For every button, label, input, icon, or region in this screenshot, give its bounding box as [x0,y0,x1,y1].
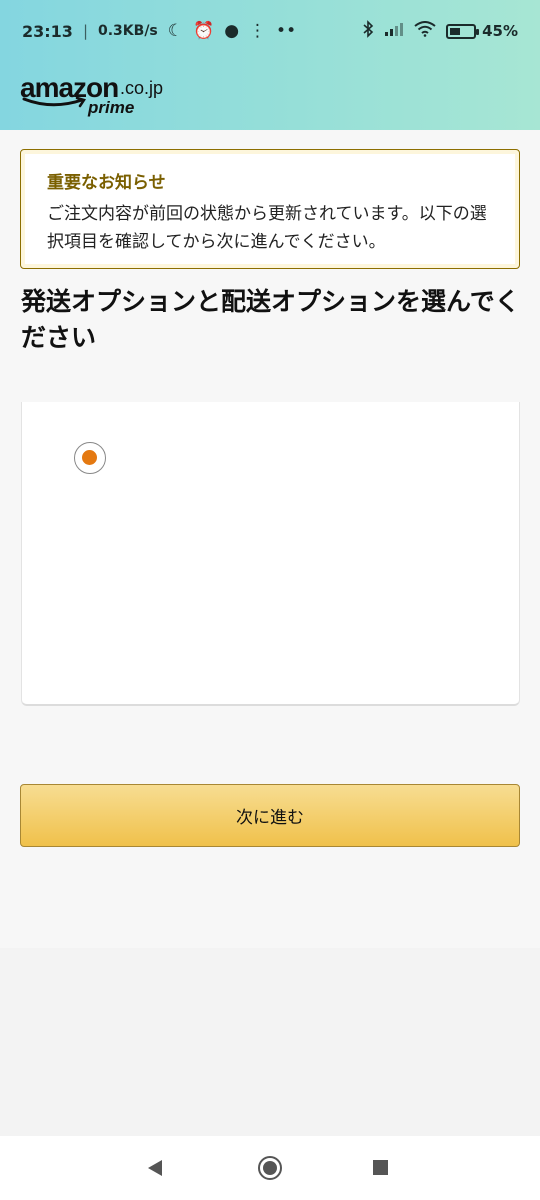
status-bar-right: 45% [362,20,518,42]
next-button[interactable]: 次に進む [20,784,520,847]
moon-icon: ☾ [167,20,184,41]
logo-domain: .co.jp [120,78,164,98]
more-dots-icon: •• [276,20,297,41]
status-bar: 23:13 | 0.3KB/s ☾ ⏰ ● ⋮ •• 45% [0,0,540,62]
system-nav-bar [0,1136,540,1200]
status-bar-left: 23:13 | 0.3KB/s ☾ ⏰ ● ⋮ •• [22,22,296,41]
bluetooth-icon [362,20,374,42]
important-notice-alert: 重要なお知らせ ご注文内容が前回の状態から更新されています。以下の選択項目を確認… [20,149,520,269]
recent-apps-icon[interactable] [373,1160,388,1175]
main-content: 重要なお知らせ ご注文内容が前回の状態から更新されています。以下の選択項目を確認… [0,130,540,948]
shipping-option-card [21,402,520,706]
alert-title: 重要なお知らせ [47,173,166,193]
smile-arrow-icon [22,96,86,108]
footsteps-icon: ⋮ [249,20,267,41]
drop-icon: ● [224,20,240,41]
signal-icon [384,21,404,41]
battery-indicator: 45% [446,22,518,40]
back-icon[interactable] [148,1160,162,1176]
battery-icon [446,23,480,39]
logo-prime: prime [88,98,135,117]
status-separator: | [82,22,88,40]
amazon-prime-logo[interactable]: amazon .co.jp prime [20,72,180,122]
home-icon[interactable] [258,1156,282,1180]
clock: 23:13 [22,21,73,41]
radio-selected-dot [82,450,97,465]
alert-message: ご注文内容が前回の状態から更新されています。以下の選択項目を確認してから次に進ん… [47,204,487,252]
page-title: 発送オプションと配送オプションを選んでください [21,287,520,352]
network-speed: 0.3KB/s [98,23,158,39]
battery-level-fill [450,27,460,35]
shipping-option-radio[interactable] [74,442,106,474]
alarm-icon: ⏰ [193,20,215,41]
app-header: amazon .co.jp prime [0,62,540,130]
battery-percent: 45% [482,22,518,40]
wifi-icon [414,21,436,41]
